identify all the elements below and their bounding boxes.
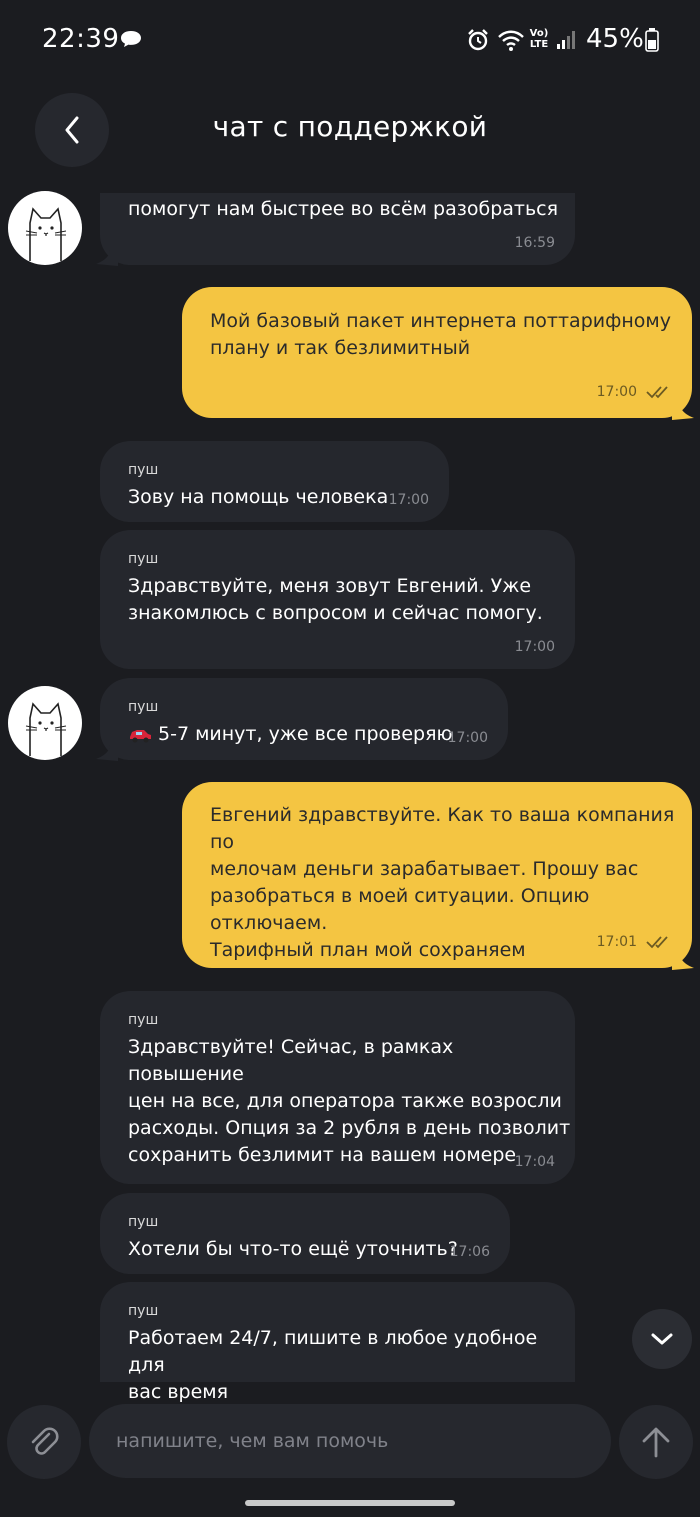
status-bar: 22:39 Vo) LTE 45% (0, 0, 700, 80)
message-text: Зову на помощь человека (128, 486, 389, 508)
bubble-tail (672, 404, 694, 420)
message-time: 17:04 (514, 1154, 555, 1170)
sender-name: пуш (128, 699, 159, 715)
message-text: 5-7 минут, уже все проверяю (158, 723, 453, 745)
attach-button[interactable] (7, 1405, 81, 1479)
bubble-tail (96, 250, 118, 266)
message-time: 17:00 (596, 384, 637, 400)
message-input[interactable] (89, 1404, 611, 1478)
message-time: 17:00 (514, 639, 555, 655)
message-time: 17:00 (388, 492, 429, 508)
home-indicator (245, 1500, 455, 1506)
message-text: Мой базовый пакет интернета поттарифному… (210, 310, 671, 359)
signal-icon (557, 31, 575, 49)
message-bubble: пуш Зову на помощь человека 17:00 (100, 441, 449, 522)
bubble-tail (96, 745, 118, 761)
page-title: чат с поддержкой (212, 110, 488, 143)
battery-icon (645, 28, 659, 52)
send-button[interactable] (619, 1405, 693, 1479)
message-text: Работаем 24/7, пишите в любое удобное дл… (128, 1327, 538, 1403)
alarm-icon (468, 29, 488, 51)
message-text: Здравствуйте! Сейчас, в рамках повышение… (128, 1036, 571, 1166)
message-text: помогут нам быстрее во всём разобраться (128, 198, 559, 220)
message-bubble: пуш Здравствуйте, меня зовут Евгений. Уж… (100, 530, 575, 669)
message-bubble: пуш Здравствуйте! Сейчас, в рамках повыш… (100, 991, 575, 1184)
paperclip-icon (31, 1427, 59, 1455)
message-bubble-outgoing: Евгений здравствуйте. Как то ваша компан… (182, 782, 692, 968)
cat-avatar-icon (25, 702, 67, 756)
sender-name: пуш (128, 551, 159, 567)
message-bubble-outgoing: Мой базовый пакет интернета поттарифному… (182, 287, 692, 418)
message-time: 17:01 (596, 934, 637, 950)
avatar (8, 686, 82, 760)
cat-avatar-icon (25, 207, 67, 261)
sender-name: пуш (128, 1303, 159, 1319)
bubble-tail (672, 954, 694, 970)
car-icon (130, 730, 151, 743)
sender-name: пуш (128, 1214, 159, 1230)
message-text: Здравствуйте, меня зовут Евгений. Уже зн… (128, 575, 543, 624)
double-check-icon (646, 936, 668, 949)
volte-label: Vo) LTE (529, 28, 549, 50)
chat-bubble-icon (121, 31, 141, 47)
message-bubble: пуш Хотели бы что-то ещё уточнить? 17:06 (100, 1193, 510, 1274)
scroll-down-button[interactable] (632, 1309, 692, 1369)
message-time: 17:06 (449, 1244, 490, 1260)
battery-percent: 45% (586, 24, 644, 54)
avatar (8, 191, 82, 265)
wifi-icon (498, 30, 524, 51)
message-bubble: пуш Работаем 24/7, пишите в любое удобно… (100, 1282, 575, 1403)
message-time: 17:00 (447, 730, 488, 746)
status-time: 22:39 (42, 24, 120, 54)
message-time: 16:59 (514, 235, 555, 251)
double-check-icon (646, 386, 668, 399)
message-bubble: помогут нам быстрее во всём разобраться … (100, 193, 575, 265)
sender-name: пуш (128, 1012, 159, 1028)
arrow-up-icon (642, 1427, 670, 1458)
chevron-down-icon (651, 1333, 673, 1345)
sender-name: пуш (128, 462, 159, 478)
message-text: Хотели бы что-то ещё уточнить? (128, 1238, 458, 1260)
message-bubble: пуш 5-7 минут, уже все проверяю 17:00 (100, 678, 508, 760)
